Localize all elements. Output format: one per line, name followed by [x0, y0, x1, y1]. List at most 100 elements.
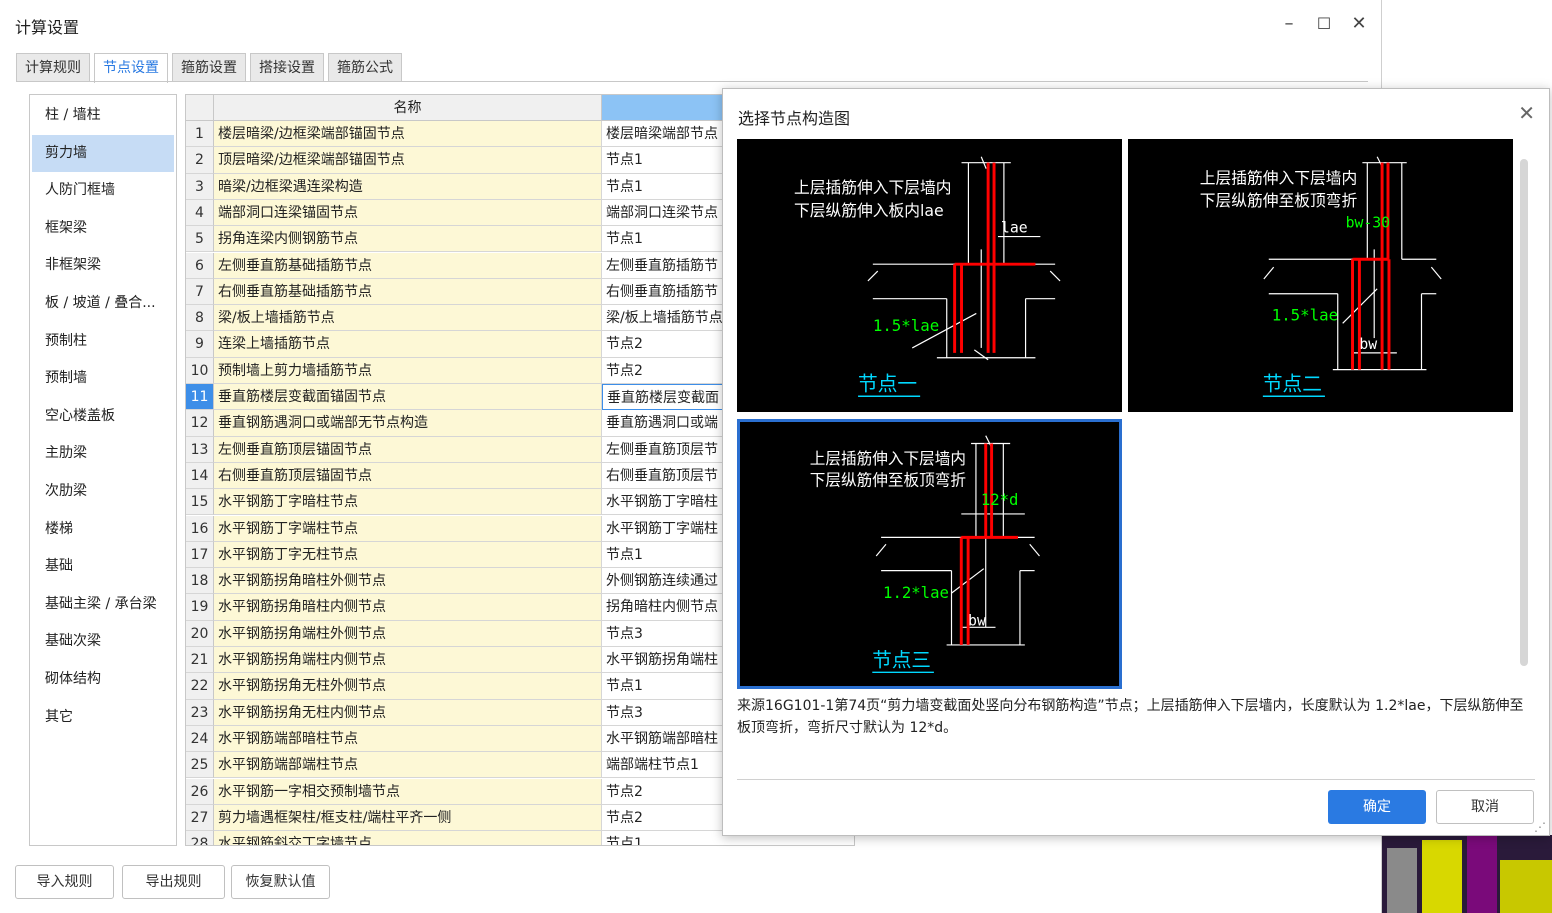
dialog-scrollbar[interactable] [1520, 159, 1528, 666]
cancel-button[interactable]: 取消 [1436, 790, 1534, 824]
row-number: 28 [186, 831, 214, 845]
category-item[interactable]: 其它 [30, 699, 176, 737]
row-number: 4 [186, 199, 214, 227]
row-name: 左侧垂直筋基础插筋节点 [214, 252, 602, 279]
category-item[interactable]: 基础 [30, 548, 176, 586]
category-item[interactable]: 空心楼盖板 [30, 398, 176, 436]
row-number: 16 [186, 515, 214, 542]
tab-node-settings[interactable]: 节点设置 [94, 53, 168, 83]
row-number: 18 [186, 568, 214, 595]
category-item[interactable]: 柱 / 墙柱 [30, 97, 176, 135]
node-option-3-selected[interactable]: 上层插筋伸入下层墙内 下层纵筋伸至板顶弯折 12*d 1.2*lae bw 节点… [737, 419, 1122, 689]
node1-line1: 上层插筋伸入下层墙内 [794, 178, 952, 197]
row-number: 5 [186, 226, 214, 253]
tab-bar: 计算规则 节点设置 箍筋设置 搭接设置 箍筋公式 [16, 53, 402, 83]
viewport-shape [1500, 860, 1552, 913]
viewport-shape [1422, 840, 1462, 913]
dialog-divider [737, 779, 1535, 780]
node3-line1: 上层插筋伸入下层墙内 [810, 449, 966, 468]
row-name: 水平钢筋端部暗柱节点 [214, 725, 602, 753]
row-number: 6 [186, 252, 214, 279]
category-item[interactable]: 次肋梁 [30, 473, 176, 511]
node1-dim-top: lae [1001, 220, 1028, 237]
window-title: 计算设置 [15, 18, 80, 37]
row-number: 20 [186, 620, 214, 647]
row-name: 水平钢筋端部端柱节点 [214, 752, 602, 779]
row-name: 水平钢筋拐角暗柱内侧节点 [214, 594, 602, 621]
node2-line1: 上层插筋伸入下层墙内 [1200, 168, 1358, 187]
tab-divider [16, 81, 1368, 82]
row-number: 27 [186, 804, 214, 832]
resize-grip-icon[interactable]: ⋰ [1534, 820, 1546, 834]
row-number: 13 [186, 436, 214, 463]
row-name: 水平钢筋拐角端柱外侧节点 [214, 620, 602, 647]
category-item[interactable]: 砌体结构 [30, 661, 176, 699]
row-number: 9 [186, 331, 214, 358]
tab-lap-settings[interactable]: 搭接设置 [250, 53, 324, 81]
dialog-close-icon[interactable]: ✕ [1518, 101, 1535, 125]
row-number: 8 [186, 305, 214, 332]
row-name: 暗梁/边框梁遇连梁构造 [214, 173, 602, 200]
row-name: 垂直钢筋遇洞口或端部无节点构造 [214, 410, 602, 437]
maximize-button[interactable]: ☐ [1309, 10, 1339, 38]
node-option-2[interactable]: 上层插筋伸入下层墙内 下层纵筋伸至板顶弯折 bw-30 1.5*lae bw 节… [1128, 139, 1513, 412]
header-corner [186, 95, 214, 121]
row-name: 水平钢筋一字相交预制墙节点 [214, 778, 602, 805]
category-item[interactable]: 框架梁 [30, 210, 176, 248]
node2-caption: 节点二 [1263, 372, 1322, 395]
row-name: 水平钢筋斜交丁字墙节点 [214, 831, 602, 845]
import-rules-button[interactable]: 导入规则 [15, 865, 114, 899]
row-number: 25 [186, 752, 214, 779]
row-number: 15 [186, 489, 214, 516]
tab-stirrup-settings[interactable]: 箍筋设置 [172, 53, 246, 81]
close-button[interactable]: ✕ [1344, 10, 1374, 38]
confirm-button[interactable]: 确定 [1328, 790, 1426, 824]
row-name: 右侧垂直筋顶层锚固节点 [214, 462, 602, 490]
viewport-shape [1387, 848, 1417, 913]
node2-dim-top: bw-30 [1346, 215, 1390, 232]
category-list: 柱 / 墙柱 剪力墙 人防门框墙 框架梁 非框架梁 板 / 坡道 / 叠合...… [29, 94, 177, 846]
category-item-selected[interactable]: 剪力墙 [32, 134, 174, 173]
export-rules-button[interactable]: 导出规则 [122, 865, 225, 899]
category-item[interactable]: 非框架梁 [30, 247, 176, 285]
row-name: 连梁上墙插筋节点 [214, 331, 602, 358]
category-item[interactable]: 人防门框墙 [30, 172, 176, 210]
row-name: 水平钢筋丁字端柱节点 [214, 515, 602, 542]
node-option-1[interactable]: 上层插筋伸入下层墙内 下层纵筋伸入板内lae lae 1.5*lae 节点一 [737, 139, 1122, 412]
row-name: 拐角连梁内侧钢筋节点 [214, 226, 602, 253]
category-item[interactable]: 楼梯 [30, 511, 176, 549]
header-name[interactable]: 名称 [214, 95, 602, 121]
row-number: 24 [186, 725, 214, 753]
row-name: 右侧垂直筋基础插筋节点 [214, 278, 602, 306]
row-name: 水平钢筋丁字无柱节点 [214, 541, 602, 569]
row-number: 26 [186, 778, 214, 805]
select-node-dialog: 选择节点构造图 ✕ 上层插筋伸入下层墙内 下层纵筋伸入板内lae lae 1.5… [722, 88, 1550, 836]
row-number: 2 [186, 147, 214, 174]
category-item[interactable]: 预制墙 [30, 360, 176, 398]
tab-stirrup-formula[interactable]: 箍筋公式 [328, 53, 402, 81]
dialog-title: 选择节点构造图 [738, 109, 851, 128]
row-name: 水平钢筋拐角端柱内侧节点 [214, 647, 602, 674]
restore-defaults-button[interactable]: 恢复默认值 [231, 865, 330, 899]
row-name: 端部洞口连梁锚固节点 [214, 199, 602, 227]
row-name: 左侧垂直筋顶层锚固节点 [214, 436, 602, 463]
row-number: 17 [186, 541, 214, 569]
node2-dim-mid: 1.5*lae [1272, 305, 1338, 324]
category-item[interactable]: 基础次梁 [30, 623, 176, 661]
row-number: 1 [186, 121, 214, 148]
row-name: 垂直筋楼层变截面锚固节点 [214, 384, 602, 411]
node1-line2: 下层纵筋伸入板内lae [794, 201, 944, 220]
row-number: 12 [186, 410, 214, 437]
row-number: 22 [186, 673, 214, 700]
row-number: 21 [186, 647, 214, 674]
category-item[interactable]: 主肋梁 [30, 435, 176, 473]
category-item[interactable]: 板 / 坡道 / 叠合... [30, 285, 176, 323]
row-name: 剪力墙遇框架柱/框支柱/端柱平齐一侧 [214, 804, 602, 832]
category-item[interactable]: 基础主梁 / 承台梁 [30, 586, 176, 624]
minimize-button[interactable]: – [1274, 10, 1304, 38]
row-name: 水平钢筋丁字暗柱节点 [214, 489, 602, 516]
tab-calc-rules[interactable]: 计算规则 [16, 53, 90, 81]
category-item[interactable]: 预制柱 [30, 323, 176, 361]
row-number: 23 [186, 699, 214, 726]
row-name: 水平钢筋拐角暗柱外侧节点 [214, 568, 602, 595]
